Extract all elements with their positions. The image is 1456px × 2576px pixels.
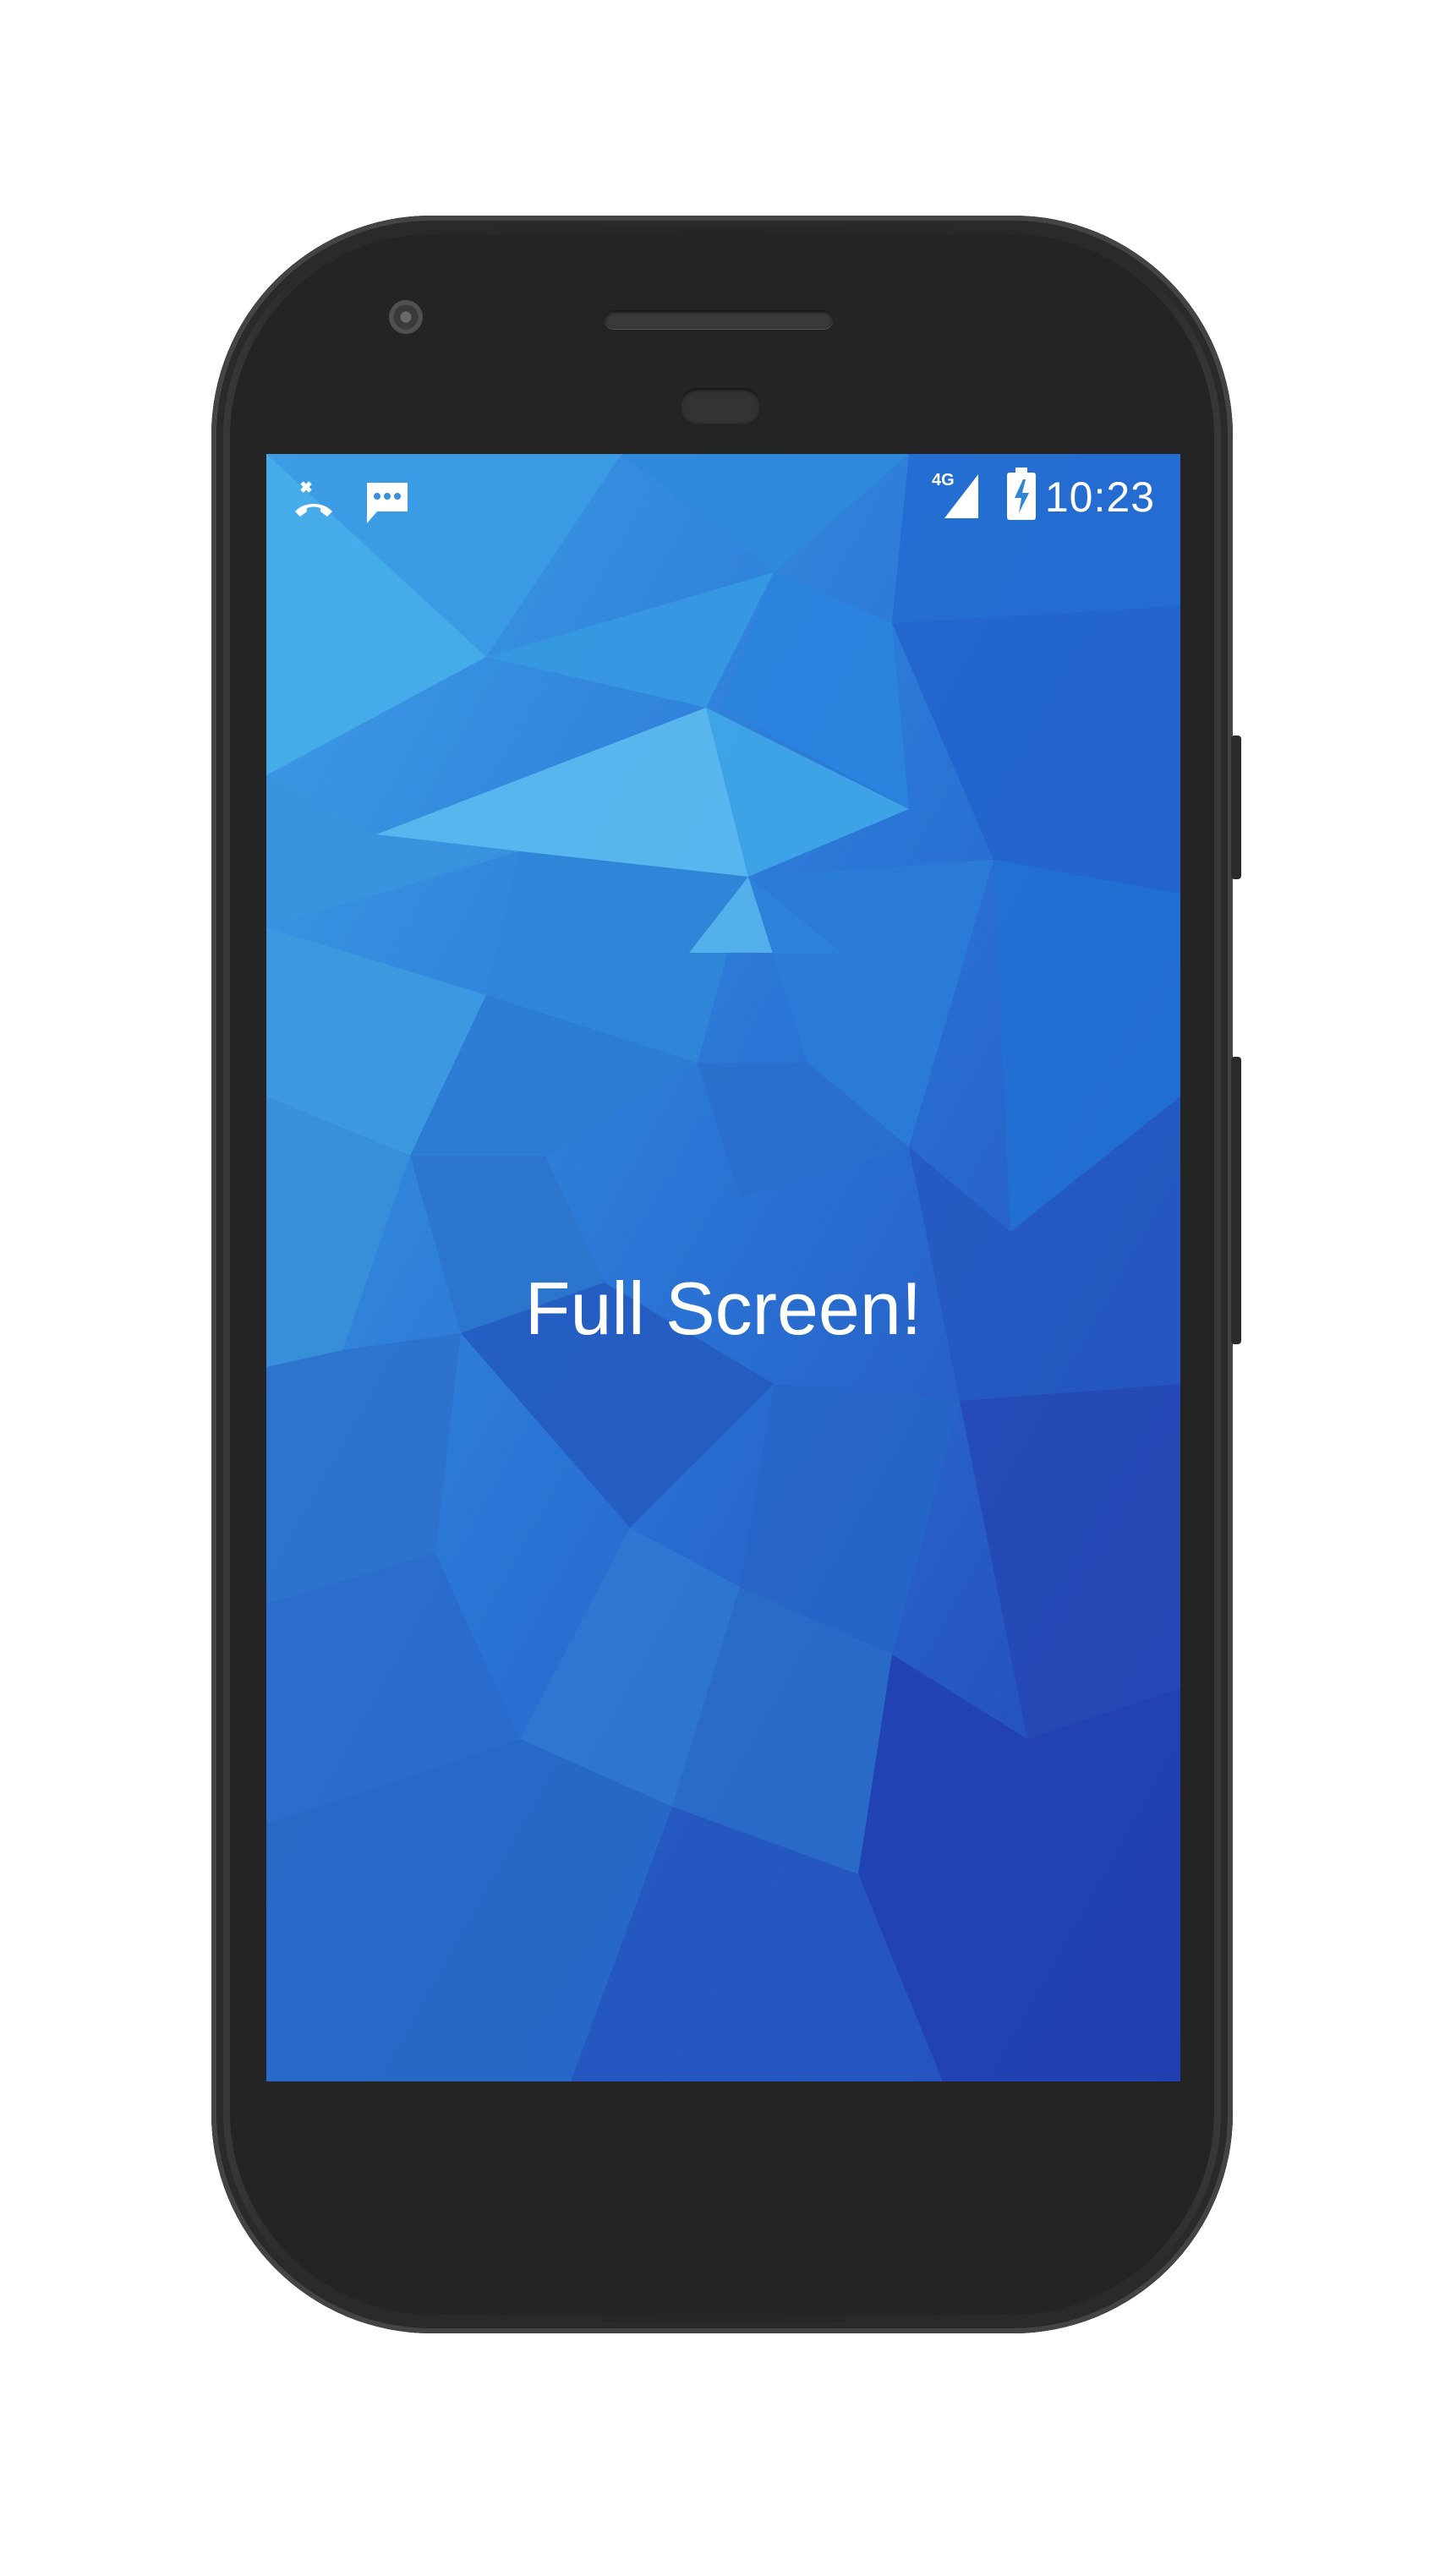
volume-button	[1231, 1057, 1241, 1344]
earpiece-speaker	[605, 310, 833, 329]
missed-call-icon	[292, 479, 336, 528]
status-bar: 4G 10:23	[266, 454, 1180, 539]
full-screen-message: Full Screen!	[524, 1266, 922, 1350]
battery-charging-icon	[1007, 468, 1036, 524]
device-mockup: 4G 10:23 Full Screen!	[0, 0, 1456, 2576]
sms-icon	[364, 479, 411, 531]
signal-icon	[944, 474, 982, 522]
screen: 4G 10:23 Full Screen!	[266, 454, 1180, 2081]
proximity-sensor	[680, 388, 761, 424]
power-button	[1231, 736, 1241, 879]
front-camera	[389, 300, 423, 334]
status-time: 10:23	[1044, 473, 1155, 521]
